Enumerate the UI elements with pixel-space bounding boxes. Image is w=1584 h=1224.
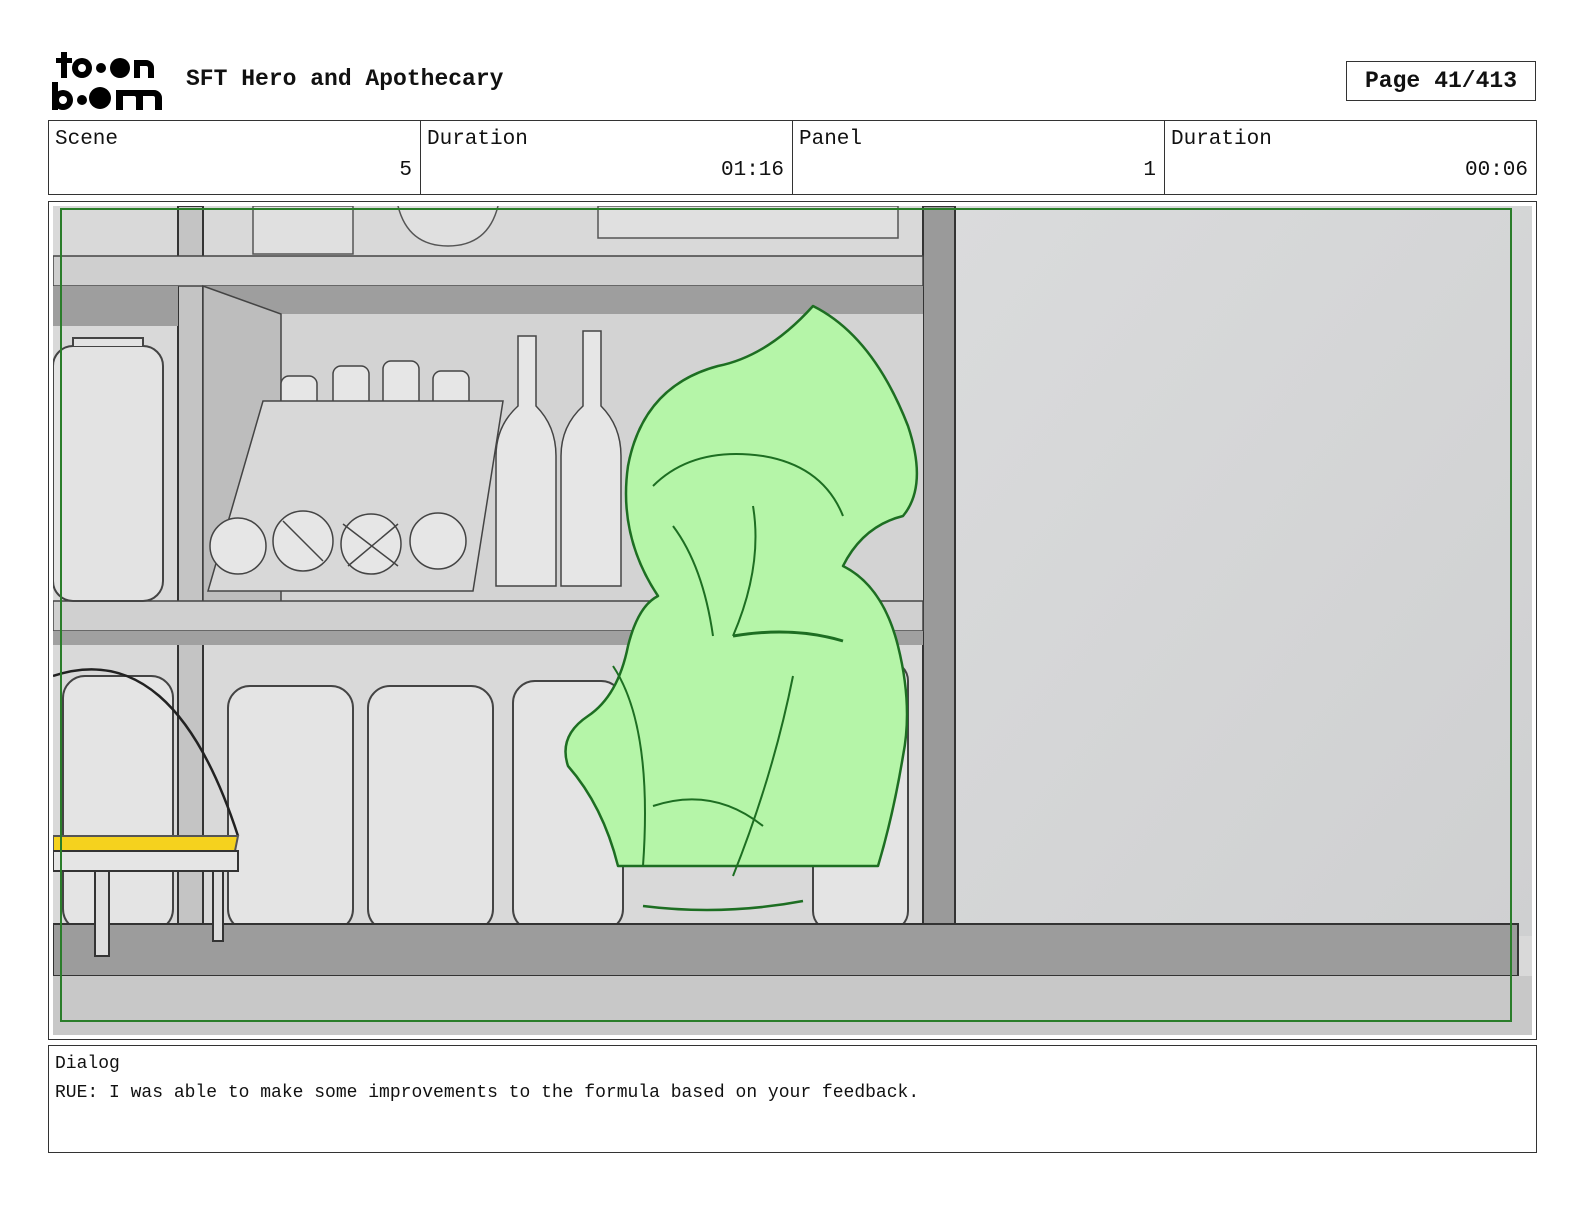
toon-boom-logo [50, 50, 166, 112]
scene-label: Scene [55, 128, 119, 151]
page-number: 41/413 [1434, 68, 1518, 94]
round-flask [409, 512, 467, 570]
panel-cell: Panel 1 [793, 121, 1165, 194]
dialog-label: Dialog [55, 1054, 120, 1074]
page-label: Page [1364, 68, 1421, 94]
scene-duration-cell: Duration 01:16 [421, 121, 793, 194]
panel-sketch [53, 206, 1532, 1035]
scene-value: 5 [399, 159, 412, 182]
panel-duration-value: 00:06 [1464, 159, 1528, 182]
panel-info-row: Scene 5 Duration 01:16 Panel 1 Duration … [48, 120, 1537, 195]
project-title: SFT Hero and Apothecary [186, 66, 504, 92]
jar [227, 685, 354, 932]
panel-value: 1 [1143, 159, 1156, 182]
jar [367, 685, 494, 932]
shelf-pillar [177, 206, 204, 937]
panel-duration-cell: Duration 00:06 [1165, 121, 1536, 194]
scene-cell: Scene 5 [49, 121, 421, 194]
scene-duration-value: 01:16 [720, 159, 784, 182]
wall [948, 206, 1532, 936]
jar [62, 675, 174, 932]
shelf-pillar-right [922, 206, 956, 937]
panel-duration-label: Duration [1171, 128, 1272, 151]
counter [53, 923, 1519, 977]
scene-duration-label: Duration [427, 128, 528, 151]
page-indicator: Page 41/413 [1346, 61, 1536, 101]
dialog-box: Dialog RUE: I was able to make some impr… [48, 1045, 1537, 1153]
round-flask [209, 517, 267, 575]
dialog-text: RUE: I was able to make some improvement… [55, 1083, 920, 1103]
top-shelf [53, 255, 924, 287]
panel-label: Panel [799, 128, 863, 151]
storyboard-panel [48, 201, 1537, 1040]
